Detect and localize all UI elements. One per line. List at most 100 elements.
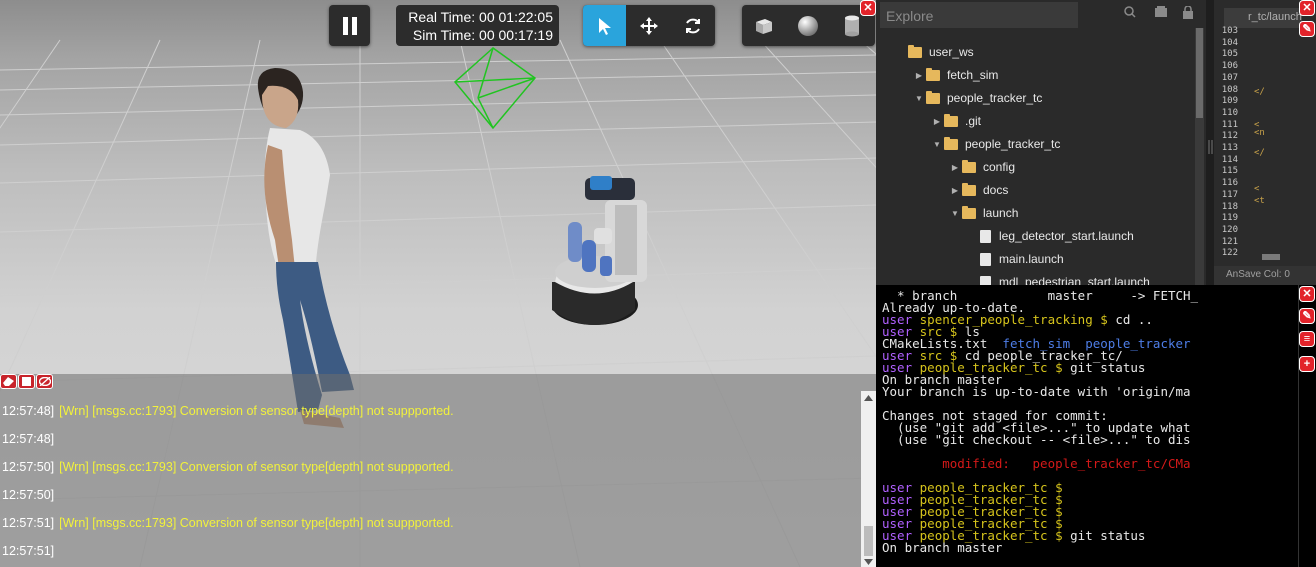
real-time-value: 00 01:22:05 <box>479 9 553 25</box>
line-number: 104 <box>1221 37 1238 48</box>
chevron-down-icon[interactable]: ▼ <box>912 94 926 103</box>
close-icon: ✕ <box>1302 287 1312 300</box>
tree-folder[interactable]: ▶ docs <box>948 180 1008 200</box>
code-editor-panel[interactable]: r_tc/launch 103 104 105 106 107 108 109 110 111 1… <box>1214 0 1316 285</box>
tree-file[interactable]: leg_detector_start.launch <box>966 226 1134 246</box>
line-number: 118 <box>1221 201 1238 212</box>
insert-box-button[interactable] <box>742 5 785 46</box>
code-fragment: <n <box>1254 128 1265 138</box>
fetch-robot-model[interactable] <box>552 176 647 325</box>
tree-folder[interactable]: user_ws <box>894 42 974 62</box>
scroll-up-icon <box>864 395 873 401</box>
chevron-right-icon[interactable]: ▶ <box>912 71 926 80</box>
insert-shape-group <box>742 5 875 46</box>
pause-button[interactable] <box>329 5 370 46</box>
tree-folder[interactable]: ▶ config <box>948 157 1015 177</box>
folder-view-icon[interactable] <box>1154 6 1168 18</box>
insert-sphere-button[interactable] <box>786 5 829 46</box>
terminal-text: git status <box>1070 360 1146 375</box>
line-number: 106 <box>1221 61 1238 72</box>
console-scrollbar[interactable] <box>861 391 876 567</box>
explorer-scroll-thumb[interactable] <box>1196 28 1203 118</box>
tree-folder[interactable]: ▶ fetch_sim <box>912 65 998 85</box>
tree-item-label: .git <box>965 114 982 128</box>
chevron-right-icon[interactable]: ▶ <box>948 163 962 172</box>
close-viewport-button[interactable]: ✕ <box>860 0 876 16</box>
tree-file[interactable]: main.launch <box>966 249 1064 269</box>
chevron-right-icon[interactable]: ▶ <box>930 117 944 126</box>
close-editor-button[interactable]: ✕ <box>1299 0 1315 16</box>
chevron-right-icon[interactable]: ▶ <box>948 186 962 195</box>
console-line: 12:57:51] <box>2 544 54 558</box>
toggle-console-button[interactable] <box>18 374 35 389</box>
file-explorer-panel: Explore user_ws ▶ fetch_sim ▼ people_tracker… <box>876 0 1206 285</box>
line-number: 117 <box>1221 189 1238 200</box>
tree-file[interactable]: mdl_pedestrian_start.launch <box>966 272 1150 285</box>
console-toolbar <box>0 374 53 390</box>
terminal-line: On branch master <box>882 541 1298 554</box>
tree-folder[interactable]: ▼ launch <box>948 203 1018 223</box>
line-number: 114 <box>1221 154 1238 165</box>
search-icon[interactable] <box>1124 6 1136 18</box>
camera-frustum <box>453 47 537 130</box>
line-number: 105 <box>1221 49 1238 60</box>
tree-item-label: config <box>983 160 1016 174</box>
terminal-panel[interactable]: * branch master -> FETCH_ Already up-to-d… <box>876 285 1298 567</box>
code-fragment: </ <box>1254 148 1265 158</box>
pause-icon <box>329 5 370 46</box>
console-line: 12:57:48] <box>2 432 54 446</box>
edit-icon: ✎ <box>1302 309 1312 322</box>
folder-icon <box>908 44 922 58</box>
chevron-down-icon[interactable]: ▼ <box>930 140 944 149</box>
line-number: 122 <box>1221 248 1238 259</box>
editor-hscroll-thumb[interactable] <box>1262 254 1280 260</box>
panel-splitter[interactable] <box>1206 0 1214 285</box>
rotate-mode-button[interactable] <box>671 5 714 46</box>
console-scroll-thumb[interactable] <box>864 526 873 556</box>
translate-icon <box>639 16 658 35</box>
line-number: 121 <box>1221 236 1238 247</box>
editor-tab[interactable]: r_tc/launch <box>1224 8 1302 28</box>
terminal-line: Your branch is up-to-date with 'origin/m… <box>882 385 1298 398</box>
console-timestamp: 12:57:51] <box>2 544 55 558</box>
line-number: 115 <box>1221 166 1238 177</box>
close-terminal-button[interactable]: ✕ <box>1299 286 1315 302</box>
terminal-text: modified: people_tracker_tc/CMa <box>882 456 1191 471</box>
open-external-button[interactable]: ✎ <box>1299 308 1315 324</box>
box-icon <box>755 18 772 34</box>
terminal-text: cd .. <box>1115 312 1153 327</box>
tree-item-label: mdl_pedestrian_start.launch <box>999 275 1150 285</box>
editor-status-bar: AnSave Col: 0 <box>1214 266 1316 285</box>
sim-time-value: 00 00:17:19 <box>479 27 553 43</box>
file-icon <box>980 275 991 285</box>
manipulation-mode-group <box>583 5 715 46</box>
terminal-line: modified: people_tracker_tc/CMa <box>882 456 1298 471</box>
tree-item-label: leg_detector_start.launch <box>999 229 1134 243</box>
console-timestamp: 12:57:50] <box>2 460 55 474</box>
tree-folder[interactable]: ▼ people_tracker_tc <box>912 88 1042 108</box>
lock-icon[interactable] <box>1182 6 1194 19</box>
clear-console-button[interactable] <box>0 374 17 389</box>
close-icon: ✕ <box>863 1 873 14</box>
tree-item-label: people_tracker_tc <box>965 137 1061 151</box>
hide-console-button[interactable] <box>36 374 53 389</box>
terminal-line: (use "git checkout -- <file>..." to dis <box>882 433 1298 446</box>
line-number: 109 <box>1221 96 1238 107</box>
console-warning-text: [Wrn] [msgs.cc:1793] Conversion of senso… <box>59 516 454 530</box>
folder-icon <box>926 90 940 104</box>
explorer-scrollbar[interactable] <box>1195 28 1204 285</box>
edit-button[interactable]: ✎ <box>1299 21 1315 37</box>
line-number: 108 <box>1221 84 1238 95</box>
console-timestamp: 12:57:50] <box>2 488 55 502</box>
sim-time-label: Sim Time: <box>412 27 476 43</box>
tree-folder[interactable]: ▶ .git <box>930 111 981 131</box>
tree-item-label: fetch_sim <box>947 68 999 82</box>
new-terminal-button[interactable]: + <box>1299 356 1315 372</box>
select-mode-button[interactable] <box>583 5 626 46</box>
file-icon <box>980 229 991 243</box>
chevron-down-icon[interactable]: ▼ <box>948 209 962 218</box>
translate-mode-button[interactable] <box>627 5 670 46</box>
folder-icon <box>962 182 976 196</box>
terminal-list-button[interactable]: ≡ <box>1299 331 1315 347</box>
tree-folder[interactable]: ▼ people_tracker_tc <box>930 134 1060 154</box>
